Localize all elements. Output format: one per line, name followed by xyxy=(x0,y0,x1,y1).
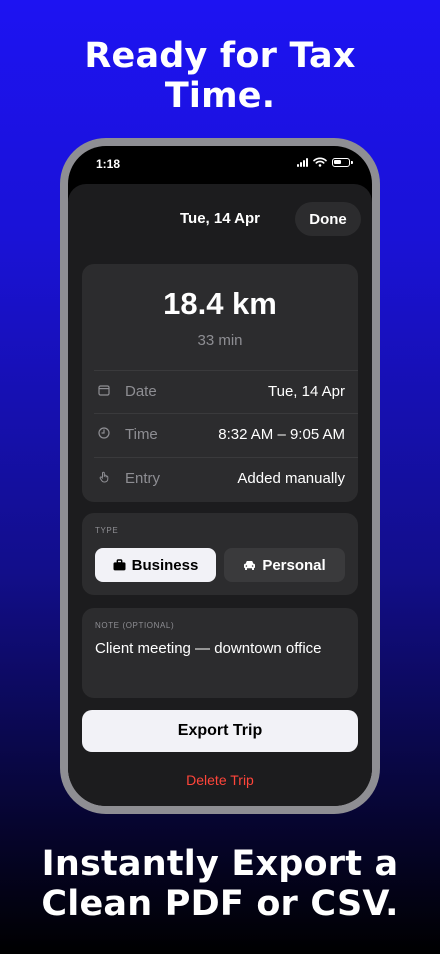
status-icons xyxy=(297,157,353,167)
detail-label: Date xyxy=(125,383,157,400)
type-section-label: TYPE xyxy=(95,526,119,535)
note-section-label: NOTE (OPTIONAL) xyxy=(95,621,175,630)
note-field[interactable]: Client meeting — downtown office xyxy=(95,640,322,657)
car-icon xyxy=(244,561,256,570)
hand-tap-icon xyxy=(99,471,109,483)
headline-top: Ready for Tax Time. xyxy=(0,36,440,116)
export-trip-button[interactable]: Export Trip xyxy=(82,710,358,752)
note-card[interactable]: NOTE (OPTIONAL) Client meeting — downtow… xyxy=(82,608,358,698)
detail-value: Tue, 14 Apr xyxy=(268,383,345,400)
detail-row-time: Time 8:32 AM – 9:05 AM xyxy=(82,413,358,456)
detail-value: Added manually xyxy=(237,470,345,487)
briefcase-icon xyxy=(113,559,126,571)
headline-top-line-2: Time. xyxy=(164,76,276,116)
delete-trip-button[interactable]: Delete Trip xyxy=(68,772,372,788)
status-bar: 1:18 xyxy=(68,146,372,182)
detail-label: Time xyxy=(125,426,158,443)
type-option-personal[interactable]: Personal xyxy=(224,548,345,582)
headline-bottom-line-2: Clean PDF or CSV. xyxy=(41,884,399,924)
phone-screen: 1:18 Tue, 14 Apr Done 18.4 km 33 min Dat… xyxy=(68,146,372,806)
trip-detail-sheet: Tue, 14 Apr Done 18.4 km 33 min Date Tue… xyxy=(68,184,372,806)
headline-bottom-line-1: Instantly Export a xyxy=(41,844,399,884)
detail-value: 8:32 AM – 9:05 AM xyxy=(218,426,345,443)
calendar-icon xyxy=(98,385,110,396)
trip-summary-card: 18.4 km 33 min Date Tue, 14 Apr Time 8:3… xyxy=(82,264,358,502)
detail-row-entry: Entry Added manually xyxy=(82,457,358,500)
signal-icon xyxy=(297,157,308,167)
trip-duration: 33 min xyxy=(197,332,243,349)
detail-row-date: Date Tue, 14 Apr xyxy=(82,370,358,413)
battery-icon xyxy=(332,157,353,167)
headline-bottom: Instantly Export a Clean PDF or CSV. xyxy=(0,844,440,924)
type-option-business[interactable]: Business xyxy=(95,548,216,582)
type-option-label: Business xyxy=(131,556,199,574)
detail-label: Entry xyxy=(125,470,161,487)
trip-distance: 18.4 km xyxy=(163,286,277,321)
row-divider xyxy=(94,370,358,371)
headline-top-line-1: Ready for Tax xyxy=(84,36,356,76)
status-time: 1:18 xyxy=(96,157,121,171)
phone-frame: 1:18 Tue, 14 Apr Done 18.4 km 33 min Dat… xyxy=(60,138,380,814)
done-button[interactable]: Done xyxy=(295,202,361,236)
row-divider xyxy=(94,413,358,414)
wifi-icon xyxy=(313,157,327,167)
row-divider xyxy=(94,457,358,458)
type-option-label: Personal xyxy=(262,556,326,574)
trip-type-card: TYPE Business Personal xyxy=(82,513,358,595)
clock-icon xyxy=(98,427,110,439)
